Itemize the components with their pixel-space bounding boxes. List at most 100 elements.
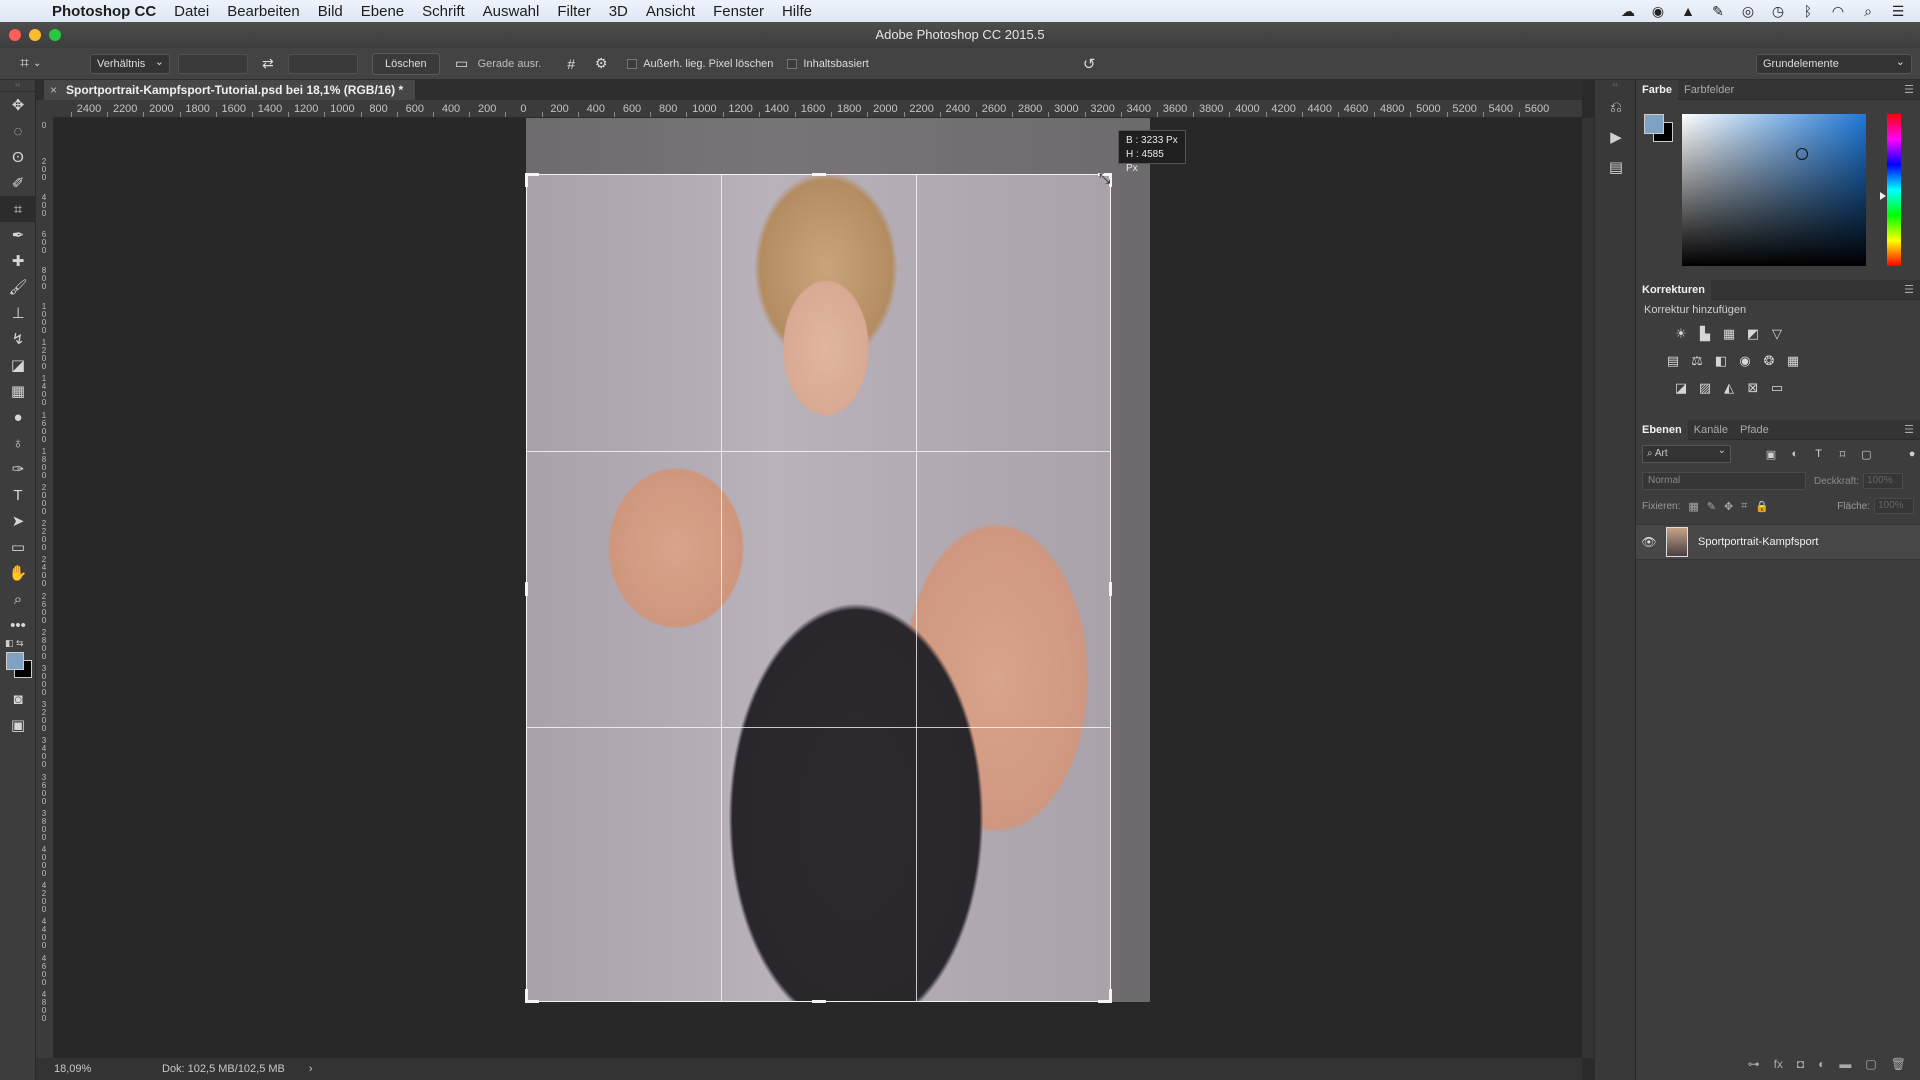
crop-handle-bottom-right[interactable] [1109,989,1112,1003]
more-tools-icon[interactable]: ••• [0,612,36,638]
spotlight-search-icon[interactable]: ⌕ [1860,3,1876,19]
panel-menu-icon[interactable]: ☰ [1904,283,1914,296]
actions-panel-icon[interactable]: ▶ [1595,122,1637,152]
document-tab[interactable]: × Sportportrait-Kampfsport-Tutorial.psd … [44,80,416,100]
channel-mixer-icon[interactable]: ❂ [1760,352,1778,370]
straighten-label[interactable]: Gerade ausr. [478,58,542,70]
zoom-level[interactable]: 18,09% [54,1063,114,1075]
zoom-tool-icon[interactable]: ⌕ [0,586,36,612]
tab-swatches[interactable]: Farbfelder [1678,80,1740,100]
gradient-tool-icon[interactable]: ▦ [0,378,36,404]
color-panel-foreground-swatch[interactable] [1644,114,1664,134]
history-panel-icon[interactable]: ⎌ [1595,92,1637,122]
levels-icon[interactable]: ▙ [1696,325,1714,343]
healing-brush-tool-icon[interactable]: ✚ [0,248,36,274]
menu-ansicht[interactable]: Ansicht [646,3,695,20]
posterize-icon[interactable]: ▨ [1696,379,1714,397]
exposure-icon[interactable]: ◩ [1744,325,1762,343]
lasso-tool-icon[interactable]: ʘ [0,144,36,170]
curves-icon[interactable]: ▦ [1720,325,1738,343]
crop-handle-right[interactable] [1109,582,1112,596]
layer-row[interactable]: 👁 Sportportrait-Kampfsport [1636,524,1920,560]
pen-tool-icon[interactable]: ✑ [0,456,36,482]
time-machine-icon[interactable]: ◷ [1770,3,1786,19]
blend-mode-select[interactable]: Normal [1642,472,1806,490]
invert-icon[interactable]: ◪ [1672,379,1690,397]
content-aware-checkbox[interactable] [787,58,798,69]
clear-button[interactable]: Löschen [372,52,440,75]
crop-handle-top-left[interactable] [525,173,528,187]
crop-handle-bottom-left[interactable] [525,989,528,1003]
crop-tool-icon[interactable]: ⌗ [0,196,36,222]
tab-layers[interactable]: Ebenen [1636,419,1688,440]
type-tool-icon[interactable]: T [0,482,36,508]
panel-menu-icon[interactable]: ☰ [1904,423,1914,436]
path-select-tool-icon[interactable]: ➤ [0,508,36,534]
crop-box[interactable] [525,173,1112,1003]
tab-color[interactable]: Farbe [1636,79,1678,100]
menu-bild[interactable]: Bild [318,3,343,20]
zoom-window-button[interactable] [49,29,61,41]
menu-auswahl[interactable]: Auswahl [483,3,540,20]
straighten-icon[interactable]: ▭ [454,55,470,72]
threshold-icon[interactable]: ◭ [1720,379,1738,397]
close-tab-icon[interactable]: × [50,80,57,100]
menu-hilfe[interactable]: Hilfe [782,3,812,20]
color-balance-icon[interactable]: ⚖ [1688,352,1706,370]
minimize-window-button[interactable] [29,29,41,41]
eraser-tool-icon[interactable]: ◪ [0,352,36,378]
foreground-color-swatch[interactable] [6,652,24,670]
photo-filter-icon[interactable]: ◉ [1736,352,1754,370]
hue-saturation-icon[interactable]: ▤ [1664,352,1682,370]
add-mask-icon[interactable]: ◘ [1797,1057,1804,1071]
hue-slider[interactable] [1887,114,1901,266]
notification-list-icon[interactable]: ☰ [1890,3,1906,19]
crop-handle-bottom[interactable] [812,1000,826,1003]
history-brush-tool-icon[interactable]: ↯ [0,326,36,352]
crop-handle-top[interactable] [812,173,826,176]
sync-icon[interactable]: ◉ [1650,3,1666,19]
menu-3d[interactable]: 3D [609,3,628,20]
reset-icon[interactable]: ↺ [1083,55,1096,73]
tab-paths[interactable]: Pfade [1734,420,1775,440]
menu-datei[interactable]: Datei [174,3,209,20]
record-icon[interactable]: ◎ [1740,3,1756,19]
crop-handle-left[interactable] [525,582,528,596]
menu-filter[interactable]: Filter [557,3,590,20]
pixel-layer-filter-icon[interactable]: ▣ [1763,448,1779,461]
bluetooth-icon[interactable]: ᛒ [1800,3,1816,19]
menu-bearbeiten[interactable]: Bearbeiten [227,3,300,20]
creative-cloud-icon[interactable]: ☁ [1620,3,1636,19]
grid-overlay-icon[interactable]: # [563,56,579,72]
lock-artboard-icon[interactable]: ⌗ [1741,500,1747,513]
properties-panel-icon[interactable]: ▤ [1595,152,1637,182]
ratio-height-input[interactable] [288,53,358,74]
ruler-origin[interactable] [36,100,54,118]
brush-tool-icon[interactable]: 🖌 [0,274,36,300]
tab-adjustments[interactable]: Korrekturen [1636,279,1711,300]
panel-menu-icon[interactable]: ☰ [1904,83,1914,96]
dodge-tool-icon[interactable]: ♁ [0,430,36,456]
menu-schrift[interactable]: Schrift [422,3,465,20]
new-group-icon[interactable]: ▬ [1839,1057,1851,1071]
drive-icon[interactable]: ▲ [1680,3,1696,19]
link-layers-icon[interactable]: ⊶ [1748,1057,1760,1071]
marquee-tool-icon[interactable]: ◌ [0,118,36,144]
toolbar-grip-icon[interactable]: ›› [0,80,35,92]
selective-color-icon[interactable]: ⊠ [1744,379,1762,397]
color-field[interactable] [1682,114,1866,266]
shape-tool-icon[interactable]: ▭ [0,534,36,560]
lock-all-icon[interactable]: 🔒 [1755,500,1769,513]
move-tool-icon[interactable]: ✥ [0,92,36,118]
visibility-eye-icon[interactable]: 👁 [1636,535,1662,549]
color-field-marker[interactable] [1796,148,1808,160]
crop-tool-preset[interactable]: ⌗ ⌄ [20,55,56,73]
shape-layer-filter-icon[interactable]: ⌑ [1835,448,1851,461]
vibrance-icon[interactable]: ▽ [1768,325,1786,343]
lock-position-icon[interactable]: ✥ [1724,500,1733,513]
close-window-button[interactable] [9,29,21,41]
layer-kind-filter[interactable]: ⌕ Art [1642,443,1732,463]
document-canvas[interactable]: ⤡ B : 3233 Px H : 4585 Px [54,118,1582,1058]
trash-icon[interactable]: 🗑 [1891,1057,1906,1071]
fill-input[interactable]: 100% [1874,498,1914,514]
